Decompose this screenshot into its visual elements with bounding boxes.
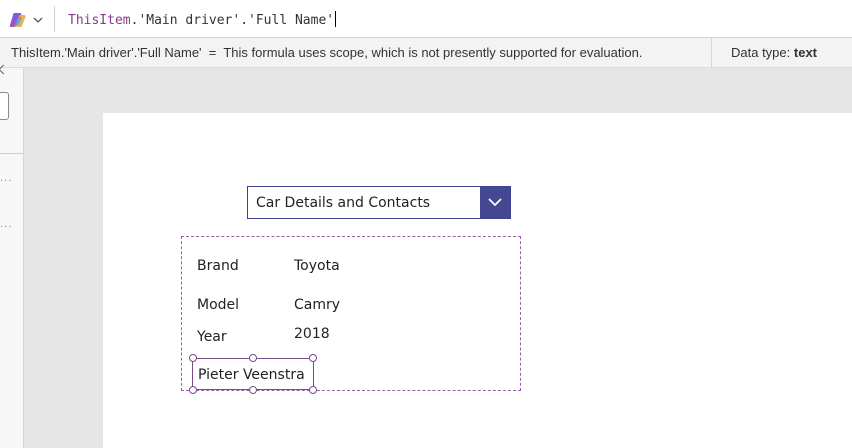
divider xyxy=(54,6,55,32)
data-type: Data type: text xyxy=(731,45,817,60)
screen-dropdown[interactable]: Car Details and Contacts xyxy=(247,186,511,219)
brand-label: Brand xyxy=(197,258,239,274)
result-expression: ThisItem.'Main driver'.'Full Name' xyxy=(11,45,202,60)
driver-name-text: Pieter Veenstra xyxy=(198,367,305,383)
text-caret xyxy=(335,11,337,27)
data-type-label: Data type: xyxy=(731,45,791,60)
left-panel: ··· ··· xyxy=(0,68,24,448)
chevron-down-icon[interactable] xyxy=(32,14,44,26)
resize-handle[interactable] xyxy=(249,386,257,394)
year-value: 2018 xyxy=(294,326,330,342)
result-equals: = xyxy=(208,45,217,60)
data-type-value: text xyxy=(793,45,818,60)
chevron-down-icon xyxy=(488,198,502,207)
dropdown-selected: Car Details and Contacts xyxy=(256,195,431,211)
formula-result-text: ThisItem.'Main driver'.'Full Name' = Thi… xyxy=(11,45,642,60)
year-label: Year xyxy=(197,329,227,345)
more-icon[interactable]: ··· xyxy=(0,222,13,233)
model-value: Camry xyxy=(294,297,341,313)
dropdown-button[interactable] xyxy=(480,187,510,218)
copilot-icon[interactable] xyxy=(8,11,28,29)
panel-search-box[interactable] xyxy=(0,92,9,120)
resize-handle[interactable] xyxy=(249,354,257,362)
resize-handle[interactable] xyxy=(189,386,197,394)
model-label: Model xyxy=(197,297,240,313)
result-message: This formula uses scope, which is not pr… xyxy=(223,45,643,60)
brand-value: Toyota xyxy=(294,258,340,274)
formula-bar: ThisItem.'Main driver'.'Full Name' xyxy=(0,0,852,38)
resize-handle[interactable] xyxy=(309,386,317,394)
formula-keyword: ThisItem xyxy=(68,13,131,28)
formula-rest: .'Main driver'.'Full Name' xyxy=(130,13,335,28)
resize-handle[interactable] xyxy=(309,354,317,362)
divider xyxy=(0,153,24,154)
formula-input[interactable]: ThisItem.'Main driver'.'Full Name' xyxy=(68,11,337,28)
more-icon[interactable]: ··· xyxy=(0,176,13,187)
divider xyxy=(711,38,712,67)
formula-result-bar: ThisItem.'Main driver'.'Full Name' = Thi… xyxy=(0,38,852,68)
resize-handle[interactable] xyxy=(189,354,197,362)
